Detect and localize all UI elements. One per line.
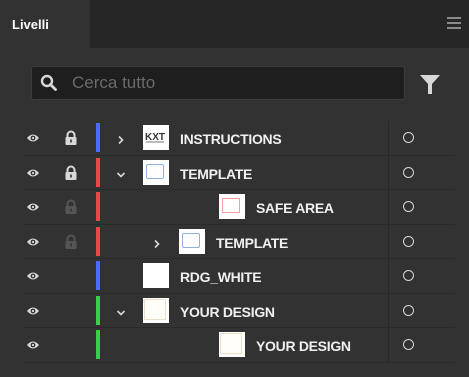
svg-text:KXT: KXT xyxy=(145,132,165,143)
layer-name[interactable]: TEMPLATE xyxy=(180,166,252,182)
layer-color-indicator xyxy=(96,261,100,290)
layer-color-indicator xyxy=(96,123,100,152)
visibility-eye-icon[interactable] xyxy=(23,294,45,328)
visibility-eye-icon[interactable] xyxy=(23,225,45,259)
layer-name[interactable]: SAFE AREA xyxy=(256,200,334,216)
layer-color-indicator xyxy=(96,157,100,187)
layer-row[interactable]: RDG_WHITE xyxy=(23,259,455,294)
column-divider xyxy=(388,121,389,155)
layer-thumbnail xyxy=(219,194,245,219)
lock-icon[interactable] xyxy=(64,165,78,181)
layer-row[interactable]: YOUR DESIGN xyxy=(23,328,455,363)
lock-icon[interactable] xyxy=(64,130,78,146)
layer-thumbnail xyxy=(143,263,169,288)
visibility-eye-icon[interactable] xyxy=(23,156,45,190)
visibility-eye-icon[interactable] xyxy=(23,190,45,224)
target-circle-icon[interactable] xyxy=(403,201,414,212)
lock-icon[interactable] xyxy=(64,337,78,353)
filter-icon[interactable] xyxy=(418,72,442,96)
layer-thumbnail xyxy=(179,228,205,254)
column-divider xyxy=(388,190,389,224)
layers-panel: Livelli KXT INSTRUCTIONS TEMPLATE SAFE AREA… xyxy=(0,0,469,377)
tab-label: Livelli xyxy=(12,17,49,32)
layer-color-indicator xyxy=(96,330,100,359)
column-divider xyxy=(388,259,389,293)
chevron-right-icon[interactable] xyxy=(152,236,162,248)
layer-name[interactable]: TEMPLATE xyxy=(216,235,288,251)
visibility-eye-icon[interactable] xyxy=(23,121,45,155)
lock-icon[interactable] xyxy=(64,199,78,215)
chevron-right-icon[interactable] xyxy=(116,132,126,145)
column-divider xyxy=(388,155,389,189)
layer-color-indicator xyxy=(96,295,100,325)
layer-row[interactable]: TEMPLATE xyxy=(23,155,455,190)
target-circle-icon[interactable] xyxy=(403,339,414,350)
panel-tab-bar: Livelli xyxy=(0,0,469,48)
column-divider xyxy=(388,224,389,258)
layer-row[interactable]: SAFE AREA xyxy=(23,190,455,225)
target-circle-icon[interactable] xyxy=(403,235,414,247)
column-divider xyxy=(388,328,389,362)
layer-row[interactable]: TEMPLATE xyxy=(23,224,455,259)
layer-row[interactable]: KXT INSTRUCTIONS xyxy=(23,121,455,156)
search-icon xyxy=(40,74,57,91)
tab-layers[interactable]: Livelli xyxy=(0,0,90,48)
search-field[interactable] xyxy=(31,66,405,100)
layer-color-indicator xyxy=(96,226,100,256)
layer-name[interactable]: INSTRUCTIONS xyxy=(180,131,282,147)
lock-icon[interactable] xyxy=(64,234,78,250)
search-input[interactable] xyxy=(72,67,392,99)
layer-thumbnail: KXT xyxy=(143,125,169,150)
target-circle-icon[interactable] xyxy=(403,270,414,281)
layer-row[interactable]: YOUR DESIGN xyxy=(23,293,455,328)
column-divider xyxy=(388,293,389,327)
lock-icon[interactable] xyxy=(64,268,78,284)
layer-name[interactable]: YOUR DESIGN xyxy=(256,338,351,354)
lock-icon[interactable] xyxy=(64,303,78,319)
target-circle-icon[interactable] xyxy=(403,132,414,143)
visibility-eye-icon[interactable] xyxy=(23,259,45,293)
chevron-down-icon[interactable] xyxy=(116,167,126,178)
chevron-down-icon[interactable] xyxy=(116,305,126,316)
visibility-eye-icon[interactable] xyxy=(23,328,45,362)
target-circle-icon[interactable] xyxy=(403,166,414,178)
layer-name[interactable]: YOUR DESIGN xyxy=(180,304,275,320)
layers-list: KXT INSTRUCTIONS TEMPLATE SAFE AREA TEMPLATE… xyxy=(23,121,455,363)
layer-name[interactable]: RDG_WHITE xyxy=(180,269,262,285)
layer-thumbnail xyxy=(219,332,245,357)
target-circle-icon[interactable] xyxy=(403,304,414,316)
hamburger-menu-icon[interactable] xyxy=(447,17,461,29)
layer-color-indicator xyxy=(96,192,100,221)
layer-thumbnail xyxy=(143,297,169,323)
layer-thumbnail xyxy=(143,159,169,185)
